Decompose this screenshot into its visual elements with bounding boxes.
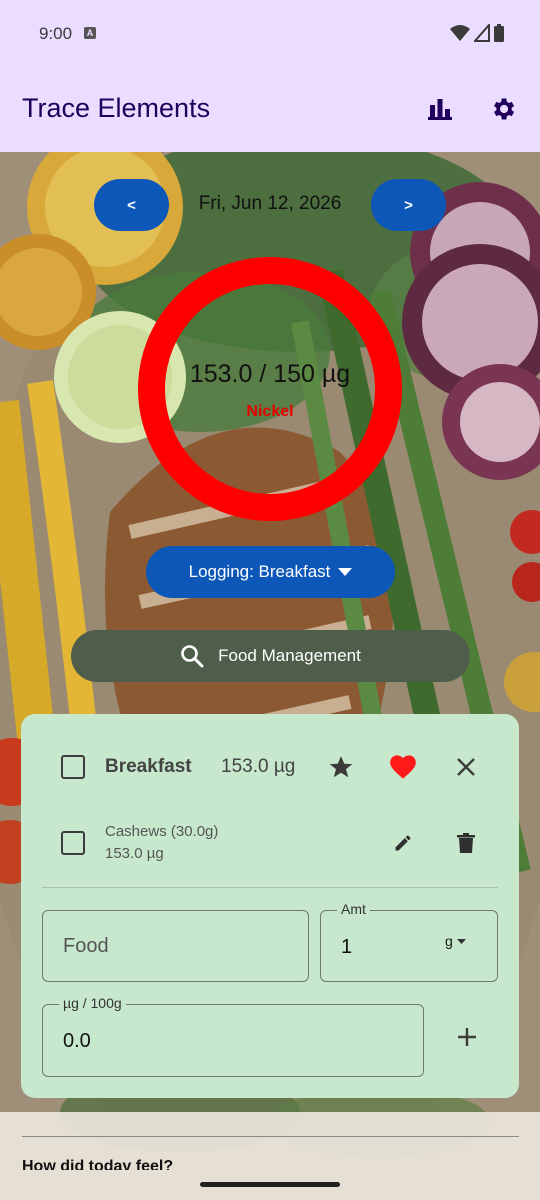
previous-day-button[interactable]: < (94, 179, 169, 231)
amount-input[interactable]: Amt 1 g (320, 901, 498, 982)
logging-meal-label: Logging: Breakfast (188, 562, 331, 581)
food-item-amount: 153.0 µg (105, 845, 164, 862)
current-date: Fri, Jun 12, 2026 (198, 193, 342, 214)
wifi-icon (450, 25, 470, 41)
bar-chart-icon (428, 99, 452, 120)
remove-meal-button[interactable] (449, 750, 483, 784)
edit-item-button[interactable] (389, 829, 417, 857)
dropdown-arrow-icon (338, 568, 353, 576)
per-100g-input[interactable]: µg / 100g 0.0 (42, 995, 424, 1077)
unit-selector[interactable]: g (445, 933, 466, 949)
heart-icon (390, 755, 416, 779)
card-divider (42, 887, 498, 888)
per-100g-value: 0.0 (63, 1030, 91, 1052)
settings-button[interactable] (486, 92, 520, 126)
app-header: 9:00 A Trace Elements (0, 0, 540, 152)
food-management-label: Food Management (218, 646, 361, 665)
favorite-star-button[interactable] (324, 750, 358, 784)
food-item-name: Cashews (30.0g) (105, 823, 219, 840)
progress-value: 153.0 / 150 µg (189, 360, 351, 388)
signal-icon (474, 24, 490, 42)
dropdown-arrow-icon (456, 938, 466, 944)
delete-item-button[interactable] (452, 829, 480, 857)
per-100g-label: µg / 100g (59, 995, 126, 1011)
close-icon (457, 758, 475, 776)
app-title: Trace Elements (22, 93, 211, 123)
amount-value: 1 (341, 936, 353, 958)
add-food-button[interactable] (450, 1020, 484, 1054)
star-icon (329, 756, 353, 778)
amount-label: Amt (337, 901, 370, 917)
battery-icon (494, 24, 504, 42)
day-feeling-heading: How did today feel? (22, 1158, 174, 1170)
food-management-button[interactable]: Food Management (71, 630, 470, 682)
progress-ring (138, 257, 402, 521)
pencil-icon (395, 835, 411, 851)
gesture-navigation-bar[interactable] (200, 1182, 340, 1187)
notification-icon: A (84, 27, 96, 39)
trash-icon (457, 833, 475, 853)
food-input-placeholder: Food (63, 935, 109, 957)
meal-amount: 153.0 µg (221, 756, 296, 777)
meal-name: Breakfast (105, 756, 192, 777)
food-item-checkbox[interactable] (61, 831, 85, 855)
plus-icon (458, 1028, 476, 1046)
like-meal-button[interactable] (386, 750, 420, 784)
section-divider (22, 1136, 519, 1137)
status-time: 9:00 (39, 24, 73, 43)
element-name: Nickel (246, 403, 294, 420)
statistics-button[interactable] (423, 92, 457, 126)
meal-checkbox[interactable] (61, 755, 85, 779)
gear-icon (494, 98, 515, 120)
search-icon (181, 645, 204, 668)
next-day-button[interactable]: > (371, 179, 446, 231)
status-icons (450, 24, 504, 42)
food-input[interactable]: Food (42, 910, 309, 982)
unit-label: g (445, 933, 453, 949)
logging-meal-dropdown[interactable]: Logging: Breakfast (146, 546, 395, 598)
